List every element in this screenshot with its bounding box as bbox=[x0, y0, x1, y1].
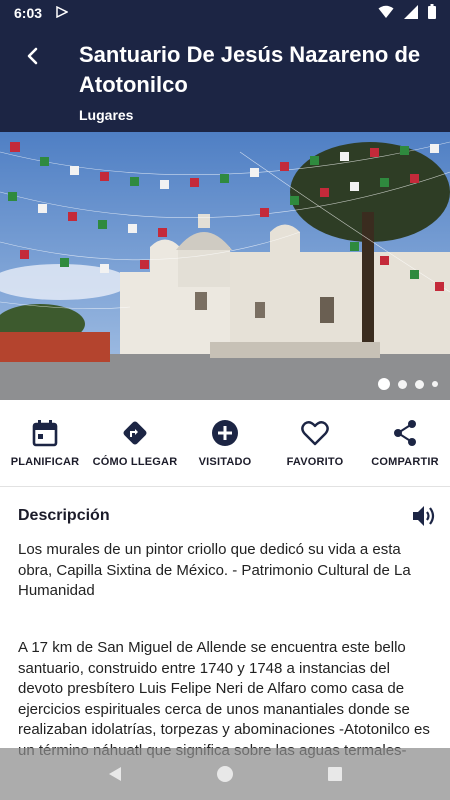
photo-gallery[interactable] bbox=[0, 132, 450, 400]
wifi-icon bbox=[378, 5, 394, 22]
speaker-icon[interactable] bbox=[410, 502, 438, 530]
status-time: 6:03 bbox=[14, 5, 43, 21]
status-bar: 6:03 bbox=[0, 0, 450, 26]
calendar-icon bbox=[32, 418, 58, 448]
description-title: Descripción bbox=[18, 507, 110, 524]
gallery-pagination[interactable] bbox=[378, 378, 438, 390]
page-dot[interactable] bbox=[378, 378, 390, 390]
page-dot[interactable] bbox=[398, 379, 407, 389]
description-header: Descripción bbox=[18, 502, 438, 530]
directions-label: CÓMO LLEGAR bbox=[92, 456, 178, 468]
page-dot[interactable] bbox=[432, 381, 438, 387]
directions-button[interactable]: CÓMO LLEGAR bbox=[90, 400, 180, 486]
page-title: Santuario De Jesús Nazareno de Atotonilc… bbox=[79, 42, 421, 97]
share-icon bbox=[392, 418, 418, 448]
description-paragraph-1: Los murales de un pintor criollo que ded… bbox=[18, 541, 411, 599]
nav-home-icon[interactable] bbox=[213, 762, 237, 786]
favorite-button[interactable]: FAVORITO bbox=[270, 400, 360, 486]
directions-icon bbox=[120, 418, 150, 448]
description-paragraph-2: A 17 km de San Miguel de Allende se encu… bbox=[18, 639, 430, 759]
heart-icon bbox=[301, 418, 329, 448]
back-button[interactable] bbox=[16, 42, 48, 74]
visited-label: VISITADO bbox=[198, 456, 252, 468]
page-dot[interactable] bbox=[415, 379, 424, 389]
church-photo bbox=[0, 132, 450, 400]
plan-button[interactable]: PLANIFICAR bbox=[0, 400, 90, 486]
nav-recents-icon[interactable] bbox=[323, 762, 347, 786]
battery-icon bbox=[428, 4, 436, 22]
action-bar: PLANIFICAR CÓMO LLEGAR VISITADO FAVORITO… bbox=[0, 400, 450, 487]
share-button[interactable]: COMPARTIR bbox=[360, 400, 450, 486]
app-header: Santuario De Jesús Nazareno de Atotonilc… bbox=[0, 26, 450, 132]
play-store-icon bbox=[56, 5, 69, 21]
plan-label: PLANIFICAR bbox=[10, 456, 80, 468]
visited-button[interactable]: VISITADO bbox=[180, 400, 270, 486]
nav-back-icon[interactable] bbox=[103, 762, 127, 786]
share-label: COMPARTIR bbox=[371, 456, 439, 468]
system-nav-bar bbox=[0, 748, 450, 800]
page-subtitle: Lugares bbox=[79, 107, 134, 123]
favorite-label: FAVORITO bbox=[286, 456, 344, 468]
back-arrow-icon bbox=[25, 47, 39, 70]
signal-icon bbox=[404, 4, 418, 22]
plus-circle-icon bbox=[211, 418, 239, 448]
